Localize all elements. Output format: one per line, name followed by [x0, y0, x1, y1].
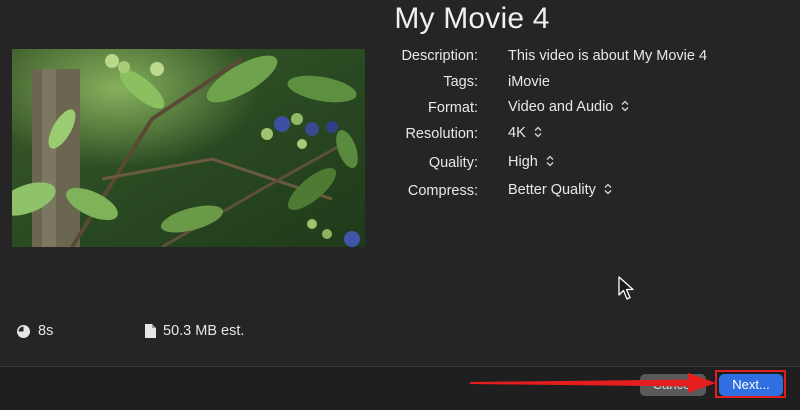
next-button[interactable]: Next...: [719, 374, 783, 396]
cancel-button[interactable]: Cancel: [640, 374, 706, 396]
resolution-popup-value: 4K: [508, 125, 526, 141]
chevron-updown-icon: [546, 155, 554, 167]
format-popup-value: Video and Audio: [508, 99, 614, 115]
share-file-dialog: My Movie 4 Description: This video is ab…: [0, 0, 800, 410]
description-label: Description:: [401, 48, 478, 64]
quality-popup[interactable]: High: [508, 154, 554, 170]
chevron-updown-icon: [621, 100, 629, 112]
compress-row: Compress: Better Quality: [380, 182, 780, 205]
compress-popup-value: Better Quality: [508, 182, 596, 198]
resolution-row: Resolution: 4K: [380, 125, 780, 148]
chevron-updown-icon: [534, 126, 542, 138]
format-popup[interactable]: Video and Audio: [508, 99, 629, 115]
quality-label: Quality:: [428, 155, 478, 171]
document-icon: [145, 324, 156, 338]
mouse-pointer-icon: [618, 276, 634, 300]
format-row: Format: Video and Audio: [380, 99, 780, 122]
file-size-info: 50.3 MB est.: [145, 323, 244, 339]
tags-label: Tags:: [443, 74, 478, 90]
chevron-updown-icon: [604, 183, 612, 195]
duration-info: 8s: [16, 323, 53, 339]
tags-field[interactable]: iMovie: [508, 74, 550, 90]
video-thumbnail-image: [12, 49, 365, 247]
quality-popup-value: High: [508, 154, 538, 170]
duration-text: 8s: [38, 323, 54, 339]
format-label: Format:: [428, 100, 478, 116]
description-field[interactable]: This video is about My Movie 4: [508, 48, 707, 64]
clock-icon: [17, 324, 30, 338]
compress-label: Compress:: [407, 183, 478, 199]
compress-popup[interactable]: Better Quality: [508, 182, 612, 198]
file-size-text: 50.3 MB est.: [163, 323, 245, 339]
quality-row: Quality: High: [380, 154, 780, 177]
resolution-label: Resolution:: [405, 126, 478, 142]
resolution-popup[interactable]: 4K: [508, 125, 542, 141]
tags-row: Tags: iMovie: [380, 74, 780, 96]
video-thumbnail: [12, 49, 365, 247]
description-row: Description: This video is about My Movi…: [380, 48, 780, 70]
movie-title[interactable]: My Movie 4: [372, 2, 572, 36]
